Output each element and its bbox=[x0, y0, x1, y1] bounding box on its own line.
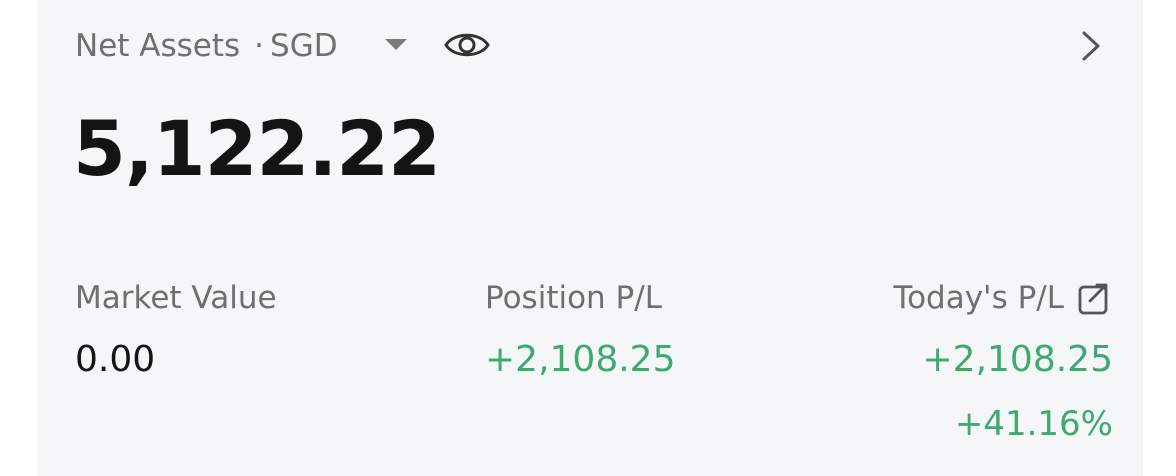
separator-dot: · bbox=[254, 28, 265, 64]
net-assets-header[interactable]: Net Assets · SGD bbox=[75, 26, 338, 66]
eye-icon[interactable] bbox=[444, 28, 490, 62]
todays-pl-label: Today's P/L bbox=[893, 280, 1064, 316]
market-value-label: Market Value bbox=[75, 280, 277, 316]
position-pl-value: +2,108.25 bbox=[485, 339, 676, 380]
net-assets-value: 5,122.22 bbox=[73, 104, 441, 193]
net-assets-title: Net Assets bbox=[75, 28, 241, 64]
position-pl-label: Position P/L bbox=[485, 280, 662, 316]
market-value: 0.00 bbox=[75, 339, 156, 380]
todays-pl-value: +2,108.25 bbox=[922, 339, 1113, 380]
todays-pl-percent: +41.16% bbox=[954, 404, 1113, 444]
caret-down-icon[interactable] bbox=[385, 39, 407, 50]
share-icon[interactable] bbox=[1076, 281, 1112, 317]
currency-selector[interactable]: SGD bbox=[270, 28, 338, 64]
chevron-right-icon[interactable] bbox=[1080, 30, 1102, 62]
